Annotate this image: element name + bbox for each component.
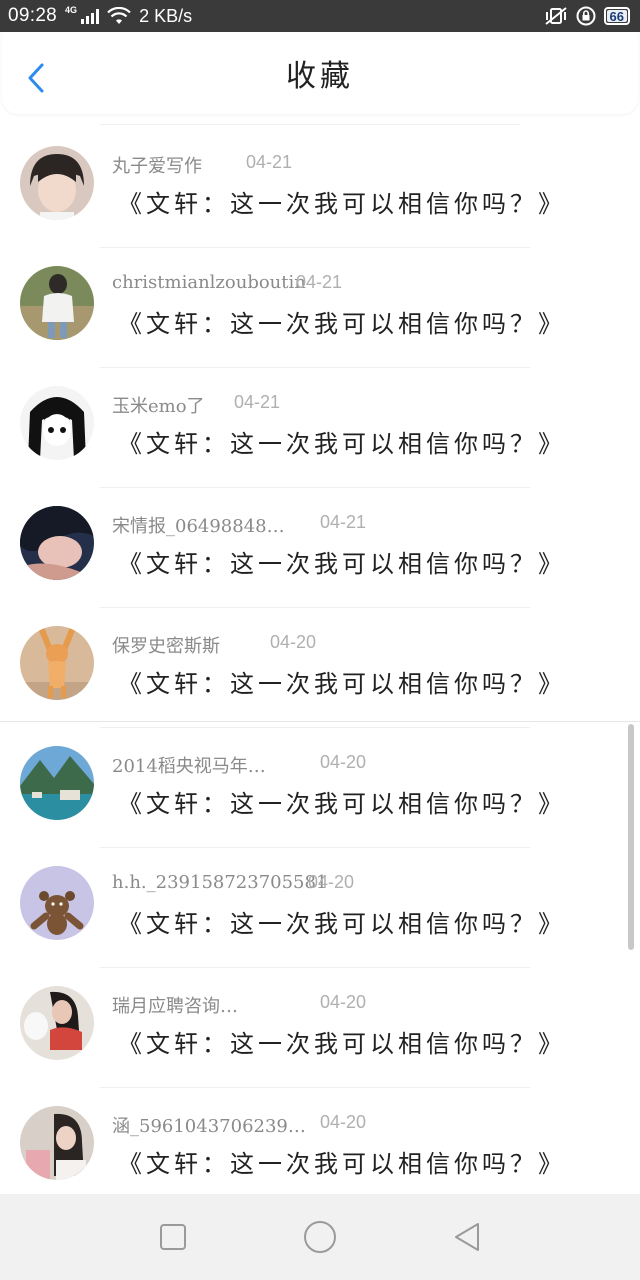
network-speed: 2 KB/s — [139, 5, 193, 26]
avatar[interactable] — [20, 746, 94, 820]
list-item[interactable]: 保罗史密斯斯 04-20 《文轩：这一次我可以相信你吗？》 — [0, 608, 640, 728]
post-date: 04-20 — [270, 632, 317, 652]
author-name: 涵_5961043706239… — [112, 1116, 306, 1137]
favorite-title[interactable]: 《文轩：这一次我可以相信你吗？》 — [118, 424, 566, 459]
author-name: 保罗史密斯斯 — [112, 636, 220, 657]
triangle-back-icon — [454, 1223, 479, 1251]
post-date: 04-20 — [320, 1112, 367, 1132]
square-icon — [160, 1224, 187, 1250]
author-name: 宋情报_06498848… — [112, 516, 285, 537]
post-date: 04-20 — [320, 752, 367, 772]
divider — [100, 124, 520, 125]
wifi-icon — [107, 7, 131, 25]
post-date: 04-21 — [296, 272, 343, 292]
favorite-title[interactable]: 《文轩：这一次我可以相信你吗？》 — [118, 784, 566, 819]
divider — [0, 721, 640, 722]
avatar[interactable] — [20, 266, 94, 340]
post-date: 04-20 — [320, 992, 367, 1012]
network-type: 4G — [65, 5, 78, 15]
list-item[interactable]: h.h._239158723705581 04-20 《文轩：这一次我可以相信你… — [0, 848, 640, 968]
avatar[interactable] — [20, 626, 94, 700]
status-time: 09:28 — [8, 5, 58, 26]
list-item[interactable]: 2014稻央视马年… 04-20 《文轩：这一次我可以相信你吗？》 — [0, 728, 640, 848]
post-date: 04-21 — [246, 152, 293, 172]
list-item[interactable]: 涵_5961043706239… 04-20 《文轩：这一次我可以相信你吗？》 — [0, 1088, 640, 1208]
back-button[interactable] — [22, 60, 50, 96]
post-date: 04-20 — [308, 872, 355, 892]
author-name: 瑞月应聘咨询… — [112, 996, 238, 1017]
battery-level: 66 — [609, 8, 624, 24]
author-name: 玉米emo了 — [112, 396, 205, 417]
author-name: h.h._239158723705581 — [112, 872, 328, 893]
system-back-button[interactable] — [445, 1215, 489, 1259]
scrollbar[interactable] — [628, 724, 634, 950]
recent-apps-button[interactable] — [151, 1215, 195, 1259]
home-button[interactable] — [298, 1215, 342, 1259]
favorite-title[interactable]: 《文轩：这一次我可以相信你吗？》 — [118, 304, 566, 339]
author-name: christmianlzouboutin — [112, 272, 306, 293]
battery-indicator: 66 — [603, 7, 630, 25]
list-item[interactable]: christmianlzouboutin 04-21 《文轩：这一次我可以相信你… — [0, 248, 640, 368]
circle-icon — [303, 1221, 336, 1253]
favorite-title[interactable]: 《文轩：这一次我可以相信你吗？》 — [118, 664, 566, 699]
avatar[interactable] — [20, 146, 94, 220]
rotation-lock-icon — [576, 6, 596, 26]
avatar[interactable] — [20, 866, 94, 940]
vibrate-icon — [544, 6, 568, 26]
favorite-title[interactable]: 《文轩：这一次我可以相信你吗？》 — [118, 544, 566, 579]
favorite-title[interactable]: 《文轩：这一次我可以相信你吗？》 — [118, 184, 566, 219]
post-date: 04-21 — [234, 392, 281, 412]
author-name: 丸子爱写作 — [112, 156, 202, 177]
favorite-title[interactable]: 《文轩：这一次我可以相信你吗？》 — [118, 1024, 566, 1059]
list-item[interactable]: 宋情报_06498848… 04-21 《文轩：这一次我可以相信你吗？》 — [0, 488, 640, 608]
system-nav-bar — [0, 1194, 640, 1280]
page-title: 收藏 — [286, 59, 354, 94]
signal-icon — [81, 8, 100, 24]
list-item[interactable]: 瑞月应聘咨询… 04-20 《文轩：这一次我可以相信你吗？》 — [0, 968, 640, 1088]
avatar[interactable] — [20, 506, 94, 580]
post-date: 04-21 — [320, 512, 367, 532]
favorites-list[interactable]: 丸子爱写作 04-21 《文轩：这一次我可以相信你吗？》 christmianl… — [0, 128, 640, 1208]
status-bar: 09:28 4G 2 KB/s 66 — [0, 0, 640, 32]
page-header: 收藏 — [2, 32, 638, 114]
list-item[interactable]: 玉米emo了 04-21 《文轩：这一次我可以相信你吗？》 — [0, 368, 640, 488]
avatar[interactable] — [20, 986, 94, 1060]
chevron-left-icon — [28, 63, 44, 93]
author-name: 2014稻央视马年… — [112, 756, 266, 777]
favorite-title[interactable]: 《文轩：这一次我可以相信你吗？》 — [118, 904, 566, 939]
avatar[interactable] — [20, 386, 94, 460]
favorite-title[interactable]: 《文轩：这一次我可以相信你吗？》 — [118, 1144, 566, 1179]
avatar[interactable] — [20, 1106, 94, 1180]
list-item[interactable]: 丸子爱写作 04-21 《文轩：这一次我可以相信你吗？》 — [0, 128, 640, 248]
